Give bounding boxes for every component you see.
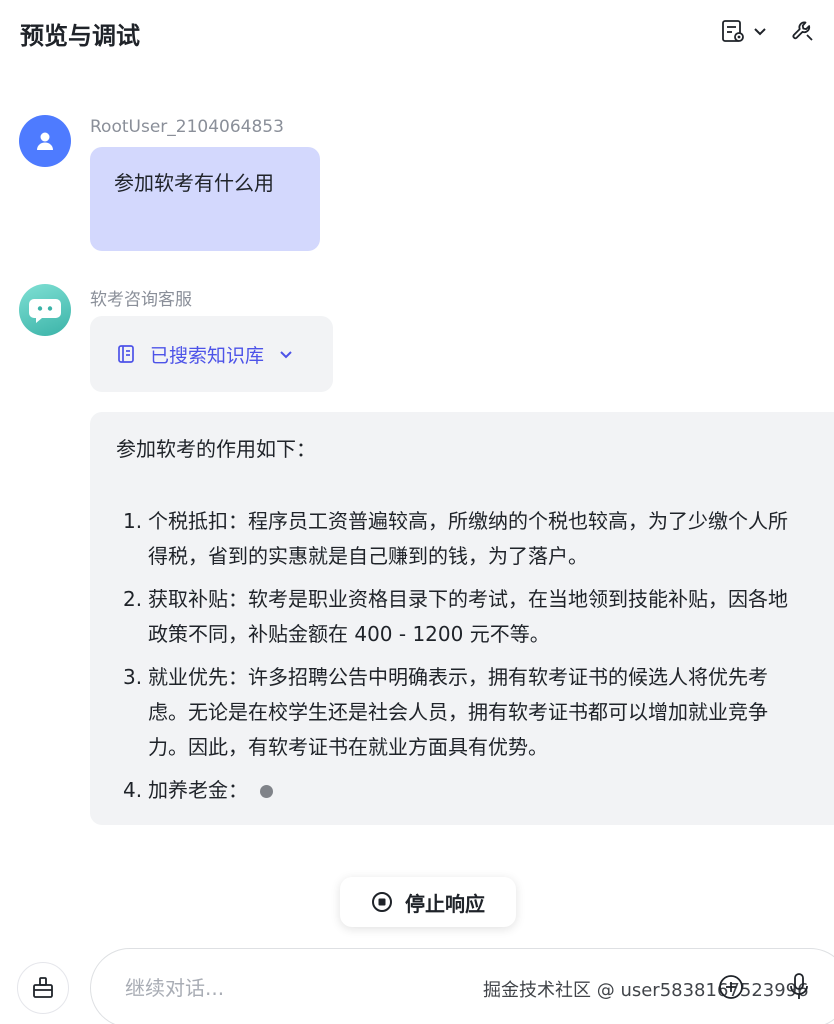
stop-response-label: 停止响应 <box>405 891 485 916</box>
chevron-down-icon <box>280 351 292 359</box>
settings-button[interactable] <box>790 18 816 44</box>
clear-history-button[interactable] <box>17 962 69 1014</box>
voice-input-button[interactable] <box>788 972 810 1006</box>
list-text: 个税抵扣：程序员工资普遍较高，所缴纳的个税也较高，为了少缴个人所得税，省到的实惠… <box>148 509 788 568</box>
list-text: 获取补贴：软考是职业资格目录下的考试，在当地领到技能补贴，因各地政策不同，补贴金… <box>148 587 788 646</box>
answer-list: 1. 个税抵扣：程序员工资普遍较高，所缴纳的个税也较高，为了少缴个人所得税，省到… <box>116 504 808 808</box>
list-text: 就业优先：许多招聘公告中明确表示，拥有软考证书的候选人将优先考虑。无论是在校学生… <box>148 665 768 759</box>
user-icon <box>37 132 53 150</box>
header: 预览与调试 <box>0 0 834 64</box>
knowledge-search-toggle[interactable]: 已搜索知识库 <box>90 316 333 392</box>
header-actions <box>720 18 816 44</box>
knowledge-search-label: 已搜索知识库 <box>150 344 265 367</box>
add-attachment-button[interactable] <box>718 974 744 1004</box>
microphone-icon <box>790 973 808 999</box>
list-number: 2. <box>123 587 143 611</box>
list-text: 加养老金： <box>148 778 248 802</box>
preview-debug-panel: 预览与调试 RootUser_2104064853 参加软考有什么用 软考咨询客… <box>0 0 834 1024</box>
list-item: 3. 就业优先：许多招聘公告中明确表示，拥有软考证书的候选人将优先考虑。无论是在… <box>116 660 808 765</box>
stop-response-button[interactable]: 停止响应 <box>340 877 516 927</box>
document-settings-icon <box>722 20 744 42</box>
wrench-icon <box>792 21 813 41</box>
stop-icon <box>372 892 392 912</box>
plus-circle-icon <box>719 975 743 999</box>
user-avatar <box>19 115 71 167</box>
broom-icon <box>33 977 53 998</box>
list-item: 4. 加养老金： <box>116 773 808 808</box>
user-name: RootUser_2104064853 <box>90 117 284 137</box>
bot-name: 软考咨询客服 <box>90 290 192 310</box>
list-text-wrap: 加养老金： <box>148 773 808 808</box>
chat-bot-icon <box>29 299 61 323</box>
watermark: 掘金技术社区 @ user5838167523996 <box>483 980 809 1001</box>
list-number: 4. <box>123 778 143 802</box>
bot-avatar <box>19 284 71 336</box>
list-number: 1. <box>123 509 143 533</box>
chat-input[interactable] <box>125 973 455 1003</box>
chevron-down-icon <box>754 28 766 36</box>
list-item: 1. 个税抵扣：程序员工资普遍较高，所缴纳的个税也较高，为了少缴个人所得税，省到… <box>116 504 808 574</box>
page-title: 预览与调试 <box>20 22 140 50</box>
document-icon <box>118 345 134 363</box>
list-number: 3. <box>123 665 143 689</box>
user-message-bubble: 参加软考有什么用 <box>90 147 320 251</box>
typing-indicator <box>260 785 273 798</box>
list-item: 2. 获取补贴：软考是职业资格目录下的考试，在当地领到技能补贴，因各地政策不同，… <box>116 582 808 652</box>
answer-intro: 参加软考的作用如下： <box>116 437 316 461</box>
variables-menu-button[interactable] <box>720 18 768 44</box>
bot-message-bubble: 参加软考的作用如下： 1. 个税抵扣：程序员工资普遍较高，所缴纳的个税也较高，为… <box>90 412 834 825</box>
